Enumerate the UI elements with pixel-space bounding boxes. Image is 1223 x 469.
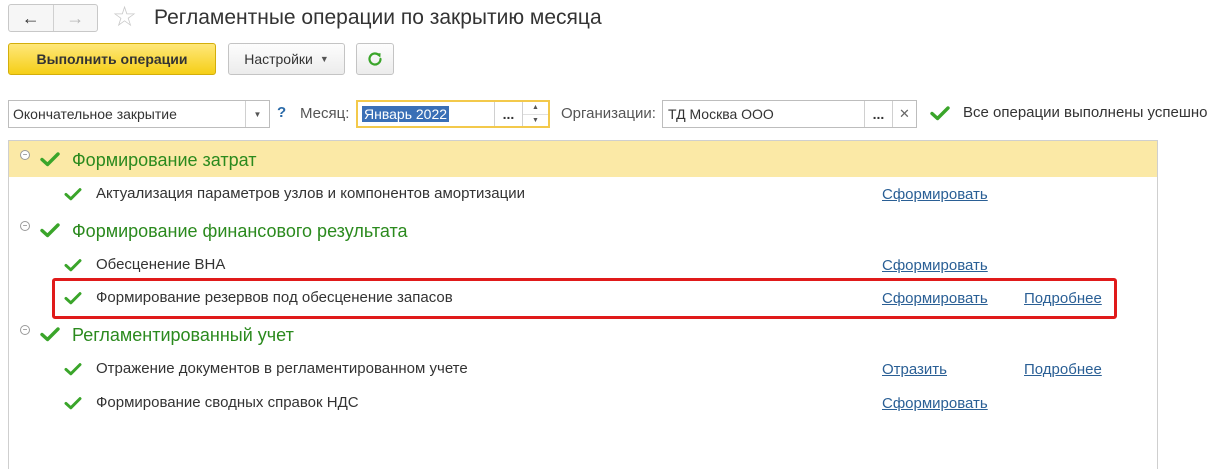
operation-label: Обесценение ВНА — [96, 256, 226, 273]
form-link[interactable]: Сформировать — [882, 394, 988, 414]
forward-button[interactable]: → — [54, 5, 98, 31]
run-operations-button[interactable]: Выполнить операции — [8, 43, 216, 75]
settings-label: Настройки — [244, 51, 313, 67]
month-select-button[interactable]: ... — [494, 102, 522, 126]
month-value-wrap: Январь 2022 — [358, 106, 494, 122]
month-spinner[interactable]: ▲ ▼ — [522, 102, 548, 126]
checkmark-icon — [64, 187, 82, 204]
month-field[interactable]: Январь 2022 ... ▲ ▼ — [356, 100, 550, 128]
organizations-label: Организации: — [561, 105, 656, 122]
organization-value: ТД Москва ООО — [668, 106, 774, 122]
operation-label: Актуализация параметров узлов и компонен… — [96, 185, 525, 202]
dropdown-arrow-icon[interactable]: ▼ — [245, 101, 269, 127]
spin-down-icon[interactable]: ▼ — [523, 115, 548, 127]
settings-button[interactable]: Настройки ▼ — [228, 43, 345, 75]
spin-up-icon[interactable]: ▲ — [523, 102, 548, 115]
collapse-icon[interactable]: − — [20, 150, 30, 160]
back-button[interactable]: ← — [9, 5, 54, 31]
help-icon[interactable]: ? — [277, 104, 286, 121]
organization-field[interactable]: ТД Москва ООО ... ✕ — [662, 100, 917, 128]
group-title[interactable]: Формирование затрат — [72, 149, 257, 171]
collapse-icon[interactable]: − — [20, 325, 30, 335]
chevron-down-icon: ▼ — [319, 54, 329, 64]
refresh-icon — [368, 52, 382, 66]
clear-icon[interactable]: ✕ — [892, 101, 916, 127]
checkmark-icon — [40, 222, 60, 241]
collapse-icon[interactable]: − — [20, 221, 30, 231]
refresh-button[interactable] — [356, 43, 394, 75]
group-title[interactable]: Формирование финансового результата — [72, 220, 408, 242]
status-text: Все операции выполнены успешно — [963, 104, 1208, 121]
arrow-left-icon: ← — [21, 7, 40, 28]
checkmark-icon — [930, 105, 950, 124]
organization-select-button[interactable]: ... — [864, 101, 892, 127]
reflect-link[interactable]: Отразить — [882, 360, 947, 380]
group-title[interactable]: Регламентированный учет — [72, 324, 294, 346]
checkmark-icon — [64, 362, 82, 379]
form-link[interactable]: Сформировать — [882, 256, 988, 276]
checkmark-icon — [64, 396, 82, 413]
month-label: Месяц: — [300, 105, 350, 122]
closing-mode-select[interactable]: Окончательное закрытие ▼ — [8, 100, 270, 128]
navigation-buttons: ← → — [8, 4, 98, 32]
operation-label: Формирование сводных справок НДС — [96, 394, 359, 411]
star-icon[interactable]: ☆ — [112, 3, 137, 31]
month-value[interactable]: Январь 2022 — [362, 106, 450, 122]
closing-mode-value: Окончательное закрытие — [13, 106, 177, 122]
arrow-right-icon: → — [66, 7, 85, 28]
checkmark-icon — [64, 258, 82, 275]
operation-label: Отражение документов в регламентированно… — [96, 360, 468, 377]
details-link[interactable]: Подробнее — [1024, 360, 1102, 380]
checkmark-icon — [40, 151, 60, 170]
form-link[interactable]: Сформировать — [882, 185, 988, 205]
highlight-annotation-box — [52, 278, 1117, 319]
page-title: Регламентные операции по закрытию месяца — [154, 6, 602, 29]
checkmark-icon — [40, 326, 60, 345]
